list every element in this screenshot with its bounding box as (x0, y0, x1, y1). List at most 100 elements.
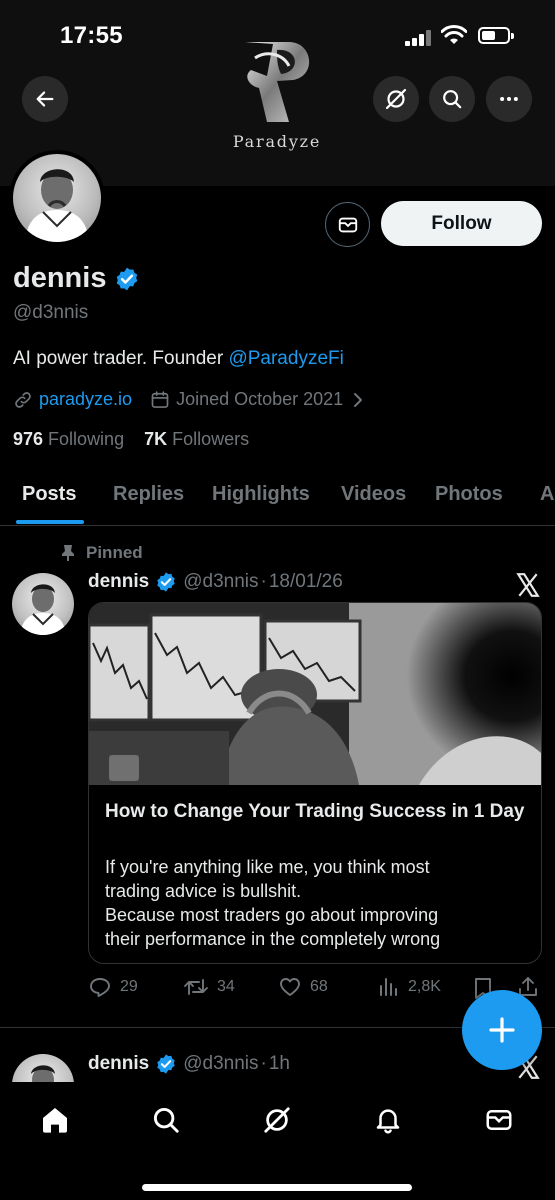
battery-icon (478, 27, 514, 44)
reply-icon (90, 978, 110, 997)
notifications-icon (376, 1109, 400, 1134)
active-tab-indicator (16, 520, 84, 524)
following-count: 976 (13, 429, 44, 449)
following-label: Following (43, 429, 125, 449)
message-button[interactable] (325, 202, 370, 247)
nav-notifications[interactable] (370, 1102, 406, 1138)
heart-icon (280, 978, 300, 996)
more-button[interactable] (486, 76, 532, 122)
display-name-row: dennis (13, 262, 140, 295)
followers-count: 7K (144, 429, 168, 449)
bio-mention-link[interactable]: @ParadyzeFi (228, 348, 343, 369)
post-time: 1h (268, 1053, 290, 1074)
article-title: How to Change Your Trading Success in 1 … (105, 801, 525, 822)
separator-dot: · (260, 571, 267, 592)
article-desc-line: Because most traders go about improving (105, 905, 439, 925)
avatar-photo (20, 584, 66, 635)
home-indicator (142, 1184, 412, 1191)
brand-name: Paradyze (232, 132, 322, 151)
tab-highlights[interactable]: Highlights (212, 483, 310, 506)
display-name: dennis (13, 262, 107, 294)
followers-label: Followers (167, 429, 250, 449)
pinned-label: Pinned (60, 543, 143, 563)
profile-meta: paradyze.io Joined October 2021 (13, 389, 365, 410)
paradyze-logo (245, 42, 310, 122)
signal-icon (405, 30, 433, 46)
reply-count: 29 (120, 978, 138, 995)
post-author[interactable]: dennis (88, 1053, 149, 1075)
post-header: dennis @d3nnis · 18/01/26 (88, 571, 343, 593)
post-avatar[interactable] (12, 573, 74, 635)
profile-page: 17:55 Paradyze Follow dennis @d3nnis AI … (0, 0, 555, 1200)
wifi-icon (441, 25, 467, 44)
joined-date: Joined October 2021 (176, 389, 344, 409)
arrow-left-icon (36, 91, 54, 107)
grok-button[interactable] (373, 76, 419, 122)
status-time: 17:55 (60, 22, 123, 49)
verified-badge-icon (157, 572, 175, 592)
verified-badge-icon[interactable] (114, 266, 140, 292)
tab-photos[interactable]: Photos (435, 483, 503, 506)
website-link[interactable]: paradyze.io (39, 389, 132, 410)
view-count: 2,8K (408, 978, 441, 995)
post-header: dennis @d3nnis · 1h (88, 1053, 290, 1075)
x-logo-icon (516, 573, 540, 597)
nav-grok[interactable] (259, 1102, 295, 1138)
avatar-photo (25, 169, 89, 242)
repost-button[interactable]: 34 (183, 975, 235, 999)
search-button[interactable] (429, 76, 475, 122)
search-icon (153, 1107, 179, 1133)
repost-icon (184, 979, 208, 995)
article-card[interactable]: How to Change Your Trading Success in 1 … (88, 602, 542, 964)
back-button[interactable] (22, 76, 68, 122)
follow-button[interactable]: Follow (381, 201, 542, 246)
profile-avatar[interactable] (9, 150, 105, 246)
like-button[interactable]: 68 (278, 975, 328, 999)
verified-badge-icon (157, 1054, 175, 1074)
article-description: If you're anything like me, you think mo… (105, 855, 525, 951)
profile-handle: @d3nnis (13, 302, 89, 323)
separator-dot: · (260, 1053, 267, 1074)
search-icon (443, 90, 462, 109)
article-cover-image (89, 603, 541, 785)
article-desc-line: their performance in the completely wron… (105, 929, 441, 949)
chevron-right-icon[interactable] (351, 391, 365, 409)
link-icon (15, 391, 31, 408)
post-handle: @d3nnis (183, 571, 259, 592)
nav-home[interactable] (37, 1102, 73, 1138)
article-desc-line: trading advice is bullshit. (105, 881, 302, 901)
messages-icon (486, 1110, 512, 1130)
tab-articles[interactable]: A (540, 483, 554, 506)
bio-text: AI power trader. Founder (13, 348, 229, 369)
pin-icon (62, 545, 74, 561)
nav-messages[interactable] (481, 1102, 517, 1138)
home-icon (43, 1108, 67, 1133)
following-link[interactable]: 976 Following (13, 429, 124, 449)
analytics-icon (380, 978, 397, 996)
views-button[interactable]: 2,8K (376, 975, 441, 999)
post-time: 18/01/26 (268, 571, 343, 592)
nav-search[interactable] (148, 1102, 184, 1138)
bottom-nav (0, 1082, 555, 1200)
tab-videos[interactable]: Videos (341, 483, 406, 506)
follow-stats: 976 Following 7K Followers (13, 429, 249, 450)
grok-icon (264, 1107, 290, 1133)
article-desc-line: If you're anything like me, you think mo… (105, 857, 430, 877)
followers-link[interactable]: 7K Followers (144, 429, 249, 449)
repost-count: 34 (217, 978, 235, 995)
more-icon (500, 96, 518, 102)
calendar-icon (151, 390, 169, 408)
profile-bio: AI power trader. Founder @ParadyzeFi (13, 348, 344, 370)
profile-tabs: Posts Replies Highlights Videos Photos A (0, 468, 555, 526)
reply-button[interactable]: 29 (88, 975, 138, 999)
like-count: 68 (310, 978, 328, 995)
post-author[interactable]: dennis (88, 571, 149, 593)
grok-icon (385, 88, 407, 110)
envelope-icon (338, 217, 357, 232)
tab-replies[interactable]: Replies (113, 483, 184, 506)
pinned-text: Pinned (86, 543, 143, 562)
plus-icon (489, 1017, 515, 1043)
compose-button[interactable] (462, 990, 542, 1070)
tab-posts[interactable]: Posts (22, 483, 76, 506)
post-handle: @d3nnis (183, 1053, 259, 1074)
